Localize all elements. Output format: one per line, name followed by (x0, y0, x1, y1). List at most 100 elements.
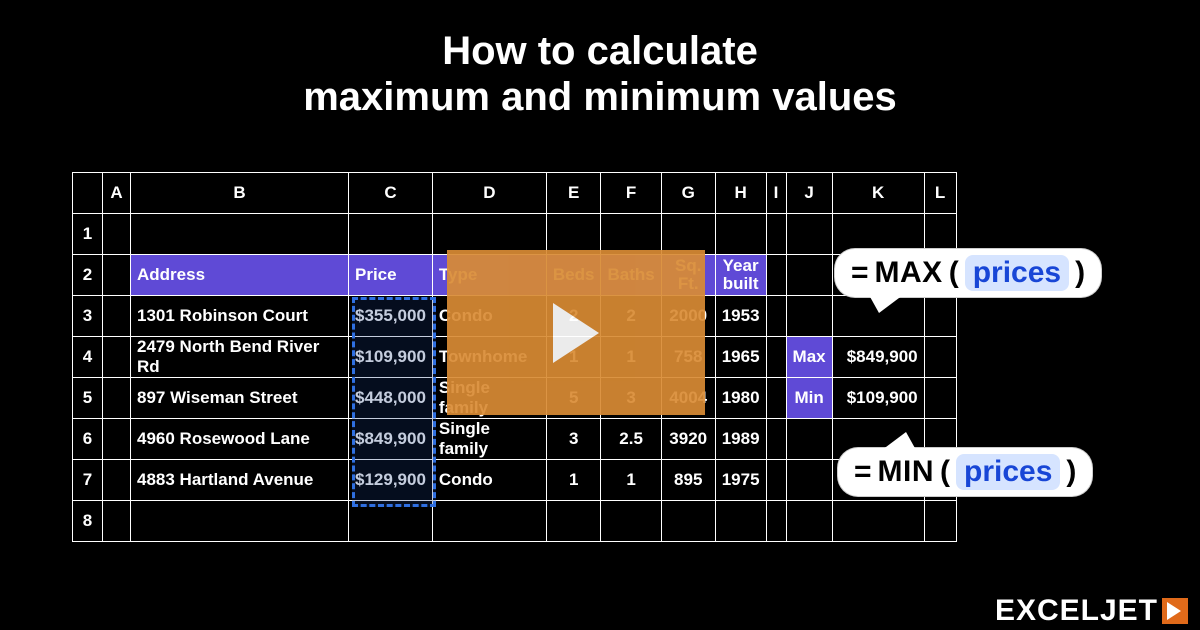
cell[interactable] (715, 214, 766, 255)
cell[interactable] (924, 296, 956, 337)
cell-beds[interactable]: 2 (546, 296, 601, 337)
cell[interactable] (832, 501, 924, 542)
cell-baths[interactable]: 2.5 (601, 419, 661, 460)
cell[interactable] (103, 214, 131, 255)
cell-addr[interactable]: 4883 Hartland Avenue (131, 460, 349, 501)
cell-addr[interactable]: 4960 Rosewood Lane (131, 419, 349, 460)
max-label[interactable]: Max (786, 337, 832, 378)
col-G[interactable]: G (661, 173, 715, 214)
hdr-address[interactable]: Address (131, 255, 349, 296)
cell-beds[interactable]: 3 (546, 419, 601, 460)
cell-baths[interactable]: 1 (601, 460, 661, 501)
cell-addr[interactable]: 897 Wiseman Street (131, 378, 349, 419)
cell[interactable] (786, 460, 832, 501)
cell-year[interactable]: 1953 (715, 296, 766, 337)
cell[interactable] (766, 378, 786, 419)
cell-sqft[interactable]: 758 (661, 337, 715, 378)
spreadsheet[interactable]: A B C D E F G H I J K L 1 2 Address Pric… (72, 172, 957, 542)
cell-beds[interactable]: 1 (546, 337, 601, 378)
cell[interactable] (432, 214, 546, 255)
hdr-price[interactable]: Price (349, 255, 433, 296)
row-7[interactable]: 7 (73, 460, 103, 501)
cell[interactable] (786, 255, 832, 296)
cell-addr[interactable]: 2479 North Bend River Rd (131, 337, 349, 378)
cell-price[interactable]: $849,900 (349, 419, 433, 460)
row-4[interactable]: 4 (73, 337, 103, 378)
cell[interactable] (766, 214, 786, 255)
cell-type[interactable]: Single family (432, 378, 546, 419)
cell[interactable] (661, 214, 715, 255)
cell-year[interactable]: 1989 (715, 419, 766, 460)
cell-baths[interactable]: 2 (601, 296, 661, 337)
cell[interactable] (103, 501, 131, 542)
min-value[interactable]: $109,900 (832, 378, 924, 419)
cell[interactable] (766, 337, 786, 378)
cell[interactable] (715, 501, 766, 542)
cell-year[interactable]: 1980 (715, 378, 766, 419)
row-1[interactable]: 1 (73, 214, 103, 255)
cell-baths[interactable]: 3 (601, 378, 661, 419)
col-F[interactable]: F (601, 173, 661, 214)
cell[interactable] (349, 501, 433, 542)
cell[interactable] (546, 214, 601, 255)
col-D[interactable]: D (432, 173, 546, 214)
cell[interactable] (766, 255, 786, 296)
cell[interactable] (131, 501, 349, 542)
cell[interactable] (766, 460, 786, 501)
cell[interactable] (766, 419, 786, 460)
cell-addr[interactable]: 1301 Robinson Court (131, 296, 349, 337)
cell-sqft[interactable]: 895 (661, 460, 715, 501)
cell-type[interactable]: Condo (432, 296, 546, 337)
cell[interactable] (103, 378, 131, 419)
col-E[interactable]: E (546, 173, 601, 214)
min-label[interactable]: Min (786, 378, 832, 419)
row-8[interactable]: 8 (73, 501, 103, 542)
col-A[interactable]: A (103, 173, 131, 214)
cell[interactable] (601, 214, 661, 255)
cell[interactable] (349, 214, 433, 255)
cell[interactable] (103, 419, 131, 460)
cell[interactable] (924, 378, 956, 419)
hdr-year[interactable]: Year built (715, 255, 766, 296)
row-3[interactable]: 3 (73, 296, 103, 337)
cell[interactable] (546, 501, 601, 542)
cell[interactable] (661, 501, 715, 542)
row-6[interactable]: 6 (73, 419, 103, 460)
cell[interactable] (131, 214, 349, 255)
cell-beds[interactable]: 1 (546, 460, 601, 501)
row-2[interactable]: 2 (73, 255, 103, 296)
col-H[interactable]: H (715, 173, 766, 214)
cell-price[interactable]: $109,900 (349, 337, 433, 378)
col-I[interactable]: I (766, 173, 786, 214)
cell[interactable] (786, 501, 832, 542)
cell-year[interactable]: 1975 (715, 460, 766, 501)
cell[interactable] (786, 214, 832, 255)
cell[interactable] (766, 296, 786, 337)
cell-price[interactable]: $448,000 (349, 378, 433, 419)
col-K[interactable]: K (832, 173, 924, 214)
cell-sqft[interactable]: 3920 (661, 419, 715, 460)
cell-type[interactable]: Condo (432, 460, 546, 501)
cell-beds[interactable]: 5 (546, 378, 601, 419)
cell[interactable] (103, 255, 131, 296)
max-value[interactable]: $849,900 (832, 337, 924, 378)
cell[interactable] (103, 296, 131, 337)
col-J[interactable]: J (786, 173, 832, 214)
cell[interactable] (432, 501, 546, 542)
cell[interactable] (924, 501, 956, 542)
cell[interactable] (103, 460, 131, 501)
cell[interactable] (924, 337, 956, 378)
cell-baths[interactable]: 1 (601, 337, 661, 378)
cell-sqft[interactable]: 4004 (661, 378, 715, 419)
hdr-sqft[interactable]: Sq. Ft. (661, 255, 715, 296)
cell[interactable] (601, 501, 661, 542)
cell-sqft[interactable]: 2000 (661, 296, 715, 337)
col-C[interactable]: C (349, 173, 433, 214)
cell-price[interactable]: $355,000 (349, 296, 433, 337)
cell-type[interactable]: Single family (432, 419, 546, 460)
cell-price[interactable]: $129,900 (349, 460, 433, 501)
cell[interactable] (786, 419, 832, 460)
cell[interactable] (786, 296, 832, 337)
row-5[interactable]: 5 (73, 378, 103, 419)
col-L[interactable]: L (924, 173, 956, 214)
